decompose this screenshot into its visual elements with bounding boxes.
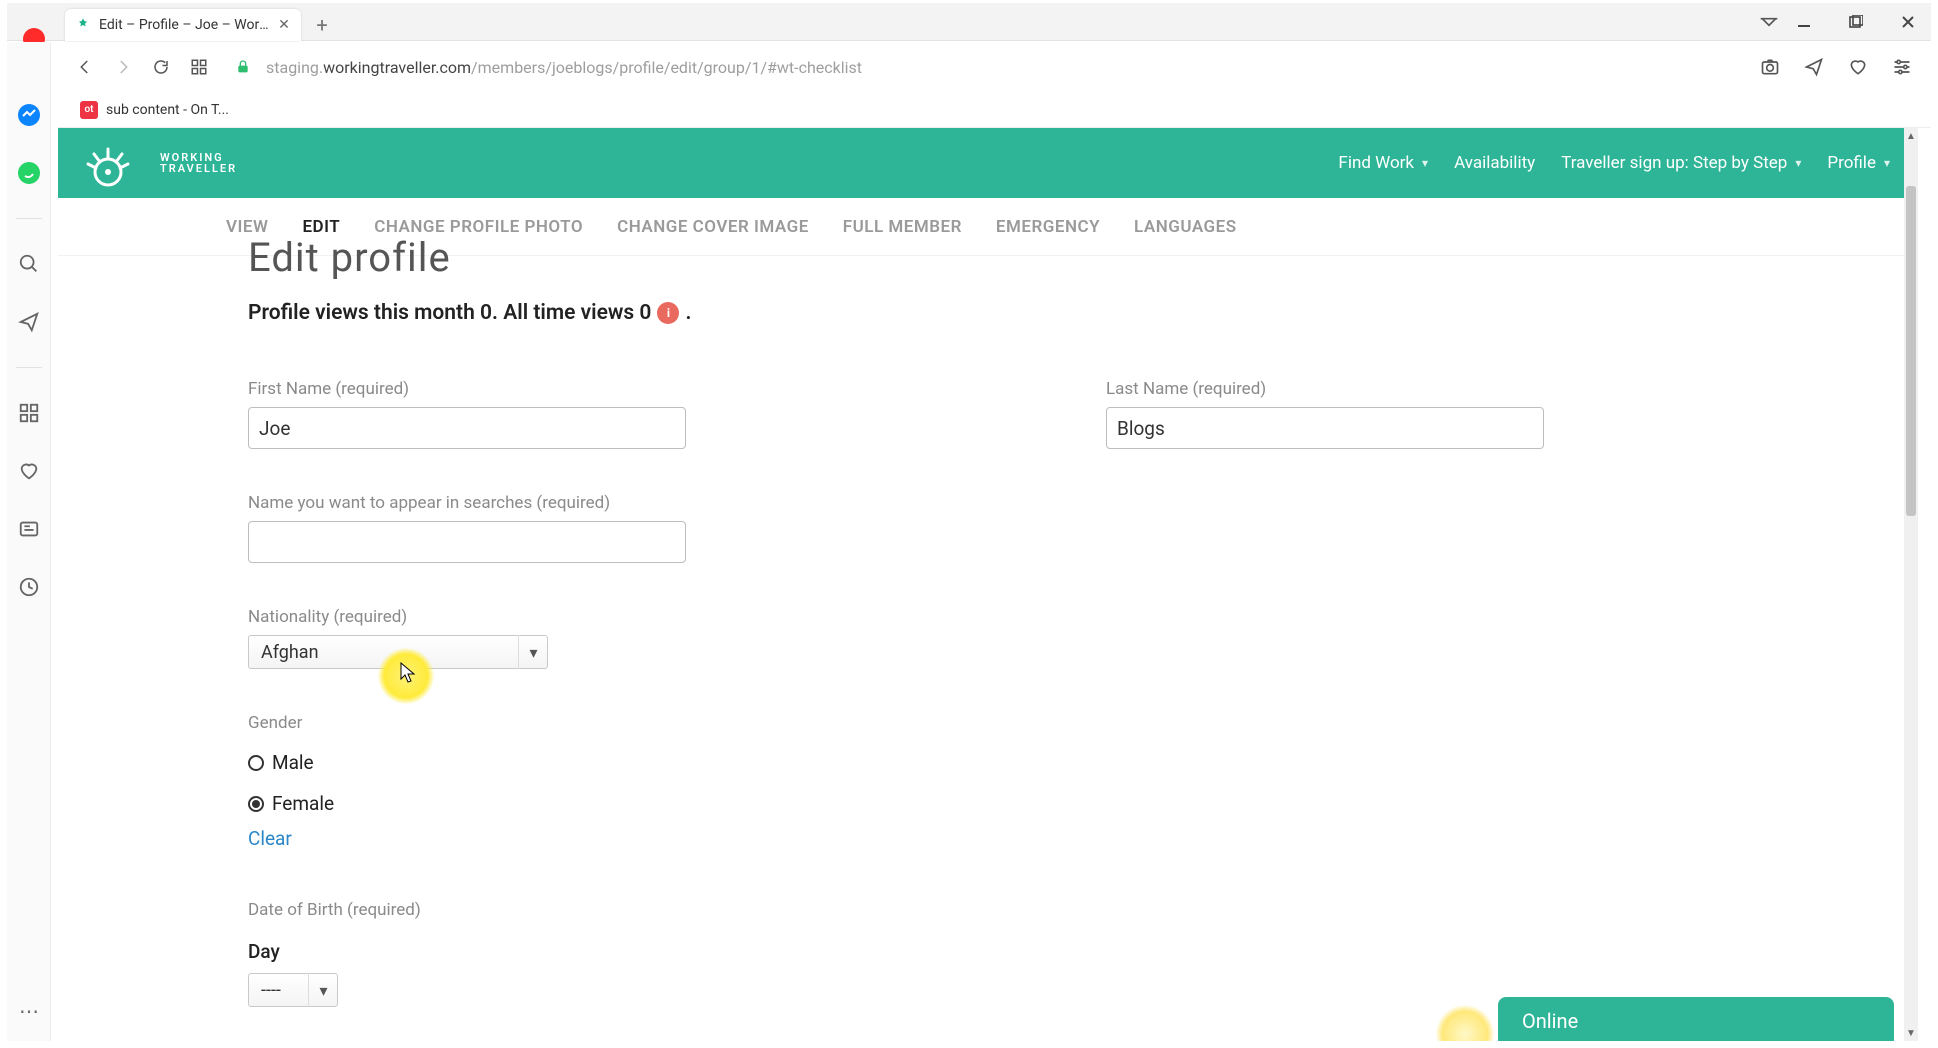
chevron-down-icon: ▾ — [1884, 156, 1890, 170]
nav-profile[interactable]: Profile ▾ — [1827, 153, 1890, 173]
field-first-name: First Name (required) — [248, 379, 686, 449]
news-icon[interactable] — [16, 516, 42, 542]
form-area: Edit profile Profile views this month 0.… — [58, 234, 1918, 1007]
first-name-input[interactable] — [248, 407, 686, 449]
history-icon[interactable] — [16, 574, 42, 600]
nationality-value[interactable]: Afghan — [248, 635, 548, 669]
site-header: WORKING TRAVELLER Find Work ▾ Availabilit… — [58, 128, 1918, 198]
bookmark-item[interactable]: sub content - On T... — [106, 102, 229, 118]
dob-day-select[interactable]: ---- ▾ — [248, 973, 338, 1007]
brand[interactable]: WORKING TRAVELLER — [86, 138, 237, 188]
url-path: /members/joeblogs/profile/edit/group/1/#… — [471, 58, 862, 77]
url-prefix: staging. — [266, 58, 323, 77]
easy-setup-icon[interactable] — [1889, 54, 1915, 80]
tab-close-icon[interactable]: ✕ — [277, 18, 291, 32]
gender-clear-link[interactable]: Clear — [248, 827, 1918, 850]
window-titlebar: Edit – Profile – Joe – Worki ✕ + — [7, 3, 1931, 41]
page-viewport: ▲ ▼ WORKING TRAVELLER Find Work ▾ Availab… — [58, 128, 1918, 1041]
scroll-down-icon[interactable]: ▼ — [1904, 1025, 1918, 1041]
start-page-icon[interactable] — [186, 54, 212, 80]
nav-signup-label: Traveller sign up: Step by Step — [1561, 153, 1787, 173]
nav-availability[interactable]: Availability — [1454, 153, 1535, 173]
messenger-icon[interactable] — [16, 102, 42, 128]
secondary-highlight — [1436, 1005, 1494, 1041]
profile-views-line: Profile views this month 0. All time vie… — [248, 301, 1918, 325]
addr-right-controls — [1757, 54, 1931, 80]
field-last-name: Last Name (required) — [1106, 379, 1544, 449]
nationality-label: Nationality (required) — [248, 607, 1918, 627]
window-controls — [1789, 7, 1923, 37]
url-field[interactable]: staging.workingtraveller.com/members/joe… — [230, 42, 1757, 92]
send-icon[interactable] — [1801, 54, 1827, 80]
url-text: staging.workingtraveller.com/members/joe… — [266, 58, 862, 77]
nav-availability-label: Availability — [1454, 153, 1535, 173]
window-maximize-icon[interactable] — [1841, 7, 1871, 37]
sidebar-more-icon[interactable]: ⋯ — [19, 999, 41, 1023]
search-name-label: Name you want to appear in searches (req… — [248, 493, 1918, 513]
field-search-name: Name you want to appear in searches (req… — [248, 493, 1918, 563]
last-name-label: Last Name (required) — [1106, 379, 1544, 399]
radio-icon — [248, 755, 264, 771]
window-minimize-icon[interactable] — [1789, 7, 1819, 37]
dob-day-label: Day — [248, 940, 1918, 963]
last-name-input[interactable] — [1106, 407, 1544, 449]
search-icon[interactable] — [16, 251, 42, 277]
chevron-down-icon: ▾ — [1422, 156, 1428, 170]
gender-male-option[interactable]: Male — [248, 751, 1918, 774]
dob-day-value[interactable]: ---- — [248, 973, 338, 1007]
heart-icon[interactable] — [1845, 54, 1871, 80]
address-bar: staging.workingtraveller.com/members/joe… — [58, 42, 1931, 92]
opera-sidebar: ⋯ — [7, 42, 51, 1041]
scroll-up-icon[interactable]: ▲ — [1904, 128, 1918, 144]
bookmark-favicon-icon: ot — [80, 101, 98, 119]
gender-female-option[interactable]: Female — [248, 792, 1918, 815]
page-title: Edit profile — [248, 234, 1918, 281]
browser-tab[interactable]: Edit – Profile – Joe – Worki ✕ — [65, 9, 301, 41]
brand-line2: TRAVELLER — [160, 163, 237, 174]
window-close-icon[interactable] — [1893, 7, 1923, 37]
speed-dial-icon[interactable] — [16, 400, 42, 426]
forward-button[interactable] — [110, 54, 136, 80]
bookmarks-bar: ot sub content - On T... — [58, 92, 1931, 128]
tab-bar: Edit – Profile – Joe – Worki ✕ + — [65, 9, 337, 41]
nav-controls — [58, 54, 212, 80]
search-name-input[interactable] — [248, 521, 686, 563]
gender-label: Gender — [248, 713, 1918, 733]
nav-find-work[interactable]: Find Work ▾ — [1338, 153, 1428, 173]
gender-female-label: Female — [272, 792, 334, 815]
url-host: workingtraveller.com — [323, 58, 471, 77]
nav-find-work-label: Find Work — [1338, 153, 1414, 173]
brand-logo-icon — [86, 138, 150, 188]
tab-title: Edit – Profile – Joe – Worki — [99, 17, 269, 33]
brand-text: WORKING TRAVELLER — [160, 152, 237, 174]
flow-icon[interactable] — [16, 309, 42, 335]
snapshot-icon[interactable] — [1757, 54, 1783, 80]
mouse-cursor-icon — [400, 662, 416, 684]
bookmarks-icon[interactable] — [16, 458, 42, 484]
profile-views-period: . — [685, 301, 691, 325]
nav-signup[interactable]: Traveller sign up: Step by Step ▾ — [1561, 153, 1801, 173]
back-button[interactable] — [72, 54, 98, 80]
field-nationality: Nationality (required) Afghan ▾ — [248, 607, 1918, 669]
info-badge-icon[interactable]: i — [657, 302, 679, 324]
first-name-label: First Name (required) — [248, 379, 686, 399]
site-nav: Find Work ▾ Availability Traveller sign u… — [1338, 153, 1890, 173]
profile-views-text: Profile views this month 0. All time vie… — [248, 301, 651, 325]
chat-online-label: Online — [1522, 1009, 1578, 1033]
tab-favicon-icon — [75, 17, 91, 33]
chevron-down-icon: ▾ — [1795, 156, 1801, 170]
nationality-select[interactable]: Afghan ▾ — [248, 635, 548, 669]
nav-profile-label: Profile — [1827, 153, 1876, 173]
chat-online-pill[interactable]: Online — [1498, 997, 1894, 1041]
dob-label: Date of Birth (required) — [248, 900, 1918, 920]
radio-selected-icon — [248, 796, 264, 812]
whatsapp-icon[interactable] — [16, 160, 42, 186]
new-tab-button[interactable]: + — [307, 10, 337, 40]
tabs-overflow-icon[interactable] — [1757, 13, 1781, 31]
lock-icon — [230, 54, 256, 80]
reload-button[interactable] — [148, 54, 174, 80]
gender-male-label: Male — [272, 751, 314, 774]
